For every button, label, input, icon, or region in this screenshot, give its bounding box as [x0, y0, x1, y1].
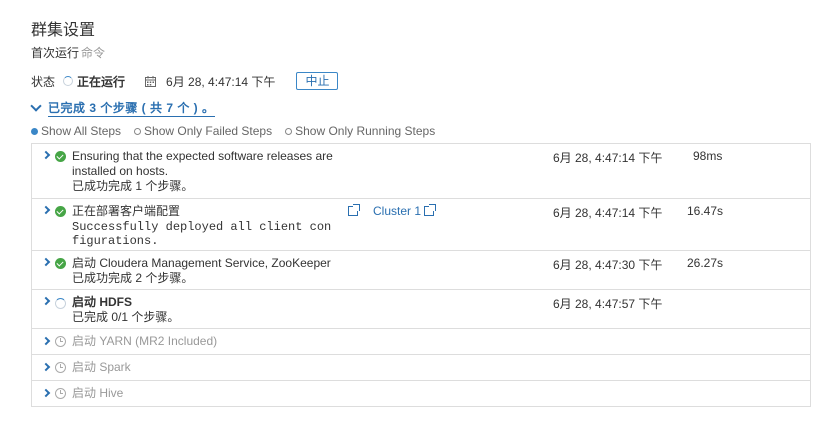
- step-detail: 已完成 0/1 个步骤。: [72, 310, 180, 324]
- status-label: 状态: [31, 74, 56, 89]
- radio-all-steps[interactable]: [31, 127, 38, 135]
- step-row: 启动 YARN (MR2 Included): [32, 329, 810, 355]
- external-link-icon[interactable]: [348, 204, 360, 216]
- command-link[interactable]: 命令: [81, 46, 105, 60]
- clock-icon: [55, 388, 66, 399]
- step-name-line: installed on hosts.: [72, 164, 169, 178]
- step-row: 启动 Cloudera Management Service, ZooKeepe…: [32, 251, 810, 290]
- chevron-right-icon[interactable]: [41, 205, 51, 215]
- step-name: 启动 YARN (MR2 Included): [72, 334, 218, 348]
- step-row: Ensuring that the expected software rele…: [32, 144, 810, 199]
- external-link-icon: [424, 204, 437, 216]
- step-time: 6月 28, 4:47:30 下午: [553, 258, 663, 272]
- step-name: Ensuring that the expected software rele…: [72, 149, 333, 179]
- status-state: 正在运行: [77, 74, 126, 89]
- step-duration: 98ms: [693, 149, 723, 163]
- chevron-right-icon[interactable]: [41, 296, 51, 306]
- page-title: 群集设置: [31, 22, 96, 39]
- filter-label: Show Only Failed Steps: [144, 124, 273, 138]
- check-circle-icon: [55, 206, 66, 217]
- step-time: 6月 28, 4:47:57 下午: [553, 297, 663, 311]
- step-time: 6月 28, 4:47:14 下午: [553, 151, 663, 165]
- step-name: 正在部署客户端配置: [72, 204, 181, 218]
- status-datetime: 6月 28, 4:47:14 下午: [166, 74, 276, 89]
- filter-running-steps[interactable]: Show Only Running Steps: [285, 124, 435, 138]
- radio-failed-steps[interactable]: [134, 127, 142, 135]
- step-name: 启动 HDFS: [72, 295, 133, 309]
- step-row: 启动 HDFS 已完成 0/1 个步骤。 6月 28, 4:47:57 下午: [32, 290, 810, 329]
- chevron-down-icon: [30, 100, 42, 112]
- steps-summary-text: 已完成 3 个步骤 ( 共 7 个 ) 。: [48, 101, 215, 117]
- steps-table: Ensuring that the expected software rele…: [31, 143, 811, 407]
- clock-icon: [55, 336, 66, 347]
- step-detail-line: Successfully deployed all client con: [72, 220, 332, 234]
- step-row: 正在部署客户端配置 Successfully deployed all clie…: [32, 199, 810, 251]
- step-name-line: Ensuring that the expected software rele…: [72, 149, 333, 163]
- clock-icon: [55, 362, 66, 373]
- chevron-right-icon[interactable]: [41, 150, 51, 160]
- step-time: 6月 28, 4:47:14 下午: [553, 206, 663, 220]
- step-duration: 16.47s: [687, 204, 724, 218]
- check-circle-icon: [55, 258, 66, 269]
- chevron-right-icon[interactable]: [41, 362, 51, 372]
- step-duration: 26.27s: [687, 256, 724, 270]
- subtitle-prefix: 首次运行: [31, 46, 80, 60]
- step-filters: Show All Steps Show Only Failed Steps Sh…: [31, 124, 448, 138]
- step-detail: Successfully deployed all client con fig…: [72, 220, 331, 248]
- step-name: 启动 Spark: [72, 360, 131, 374]
- abort-button[interactable]: 中止: [296, 72, 339, 90]
- step-detail: 已成功完成 1 个步骤。: [72, 179, 194, 193]
- check-circle-icon: [55, 151, 66, 162]
- filter-label: Show Only Running Steps: [295, 124, 436, 138]
- step-name: 启动 Cloudera Management Service, ZooKeepe…: [72, 256, 331, 270]
- filter-failed-steps[interactable]: Show Only Failed Steps: [134, 124, 272, 138]
- chevron-right-icon[interactable]: [41, 336, 51, 346]
- step-row: 启动 Spark: [32, 355, 810, 381]
- cluster-link-label: Cluster 1: [373, 204, 422, 218]
- spinner-icon: [63, 76, 74, 86]
- step-name: 启动 Hive: [72, 386, 124, 400]
- calendar-icon: [145, 75, 157, 87]
- spinner-icon: [55, 298, 66, 309]
- chevron-right-icon[interactable]: [41, 388, 51, 398]
- cluster-link[interactable]: Cluster 1: [373, 204, 437, 218]
- step-row: 启动 Hive: [32, 381, 810, 406]
- radio-running-steps[interactable]: [285, 127, 293, 135]
- filter-label: Show All Steps: [41, 124, 122, 138]
- step-detail-line: figurations.: [72, 234, 159, 248]
- status-row: 状态 正在运行 6月 28, 4:47:14 下午 中止: [31, 72, 339, 90]
- step-detail: 已成功完成 2 个步骤。: [72, 271, 194, 285]
- chevron-right-icon[interactable]: [41, 257, 51, 267]
- filter-all-steps[interactable]: Show All Steps: [31, 124, 121, 138]
- page-subtitle: 首次运行 命令: [31, 44, 105, 61]
- steps-summary-toggle[interactable]: 已完成 3 个步骤 ( 共 7 个 ) 。: [30, 99, 215, 117]
